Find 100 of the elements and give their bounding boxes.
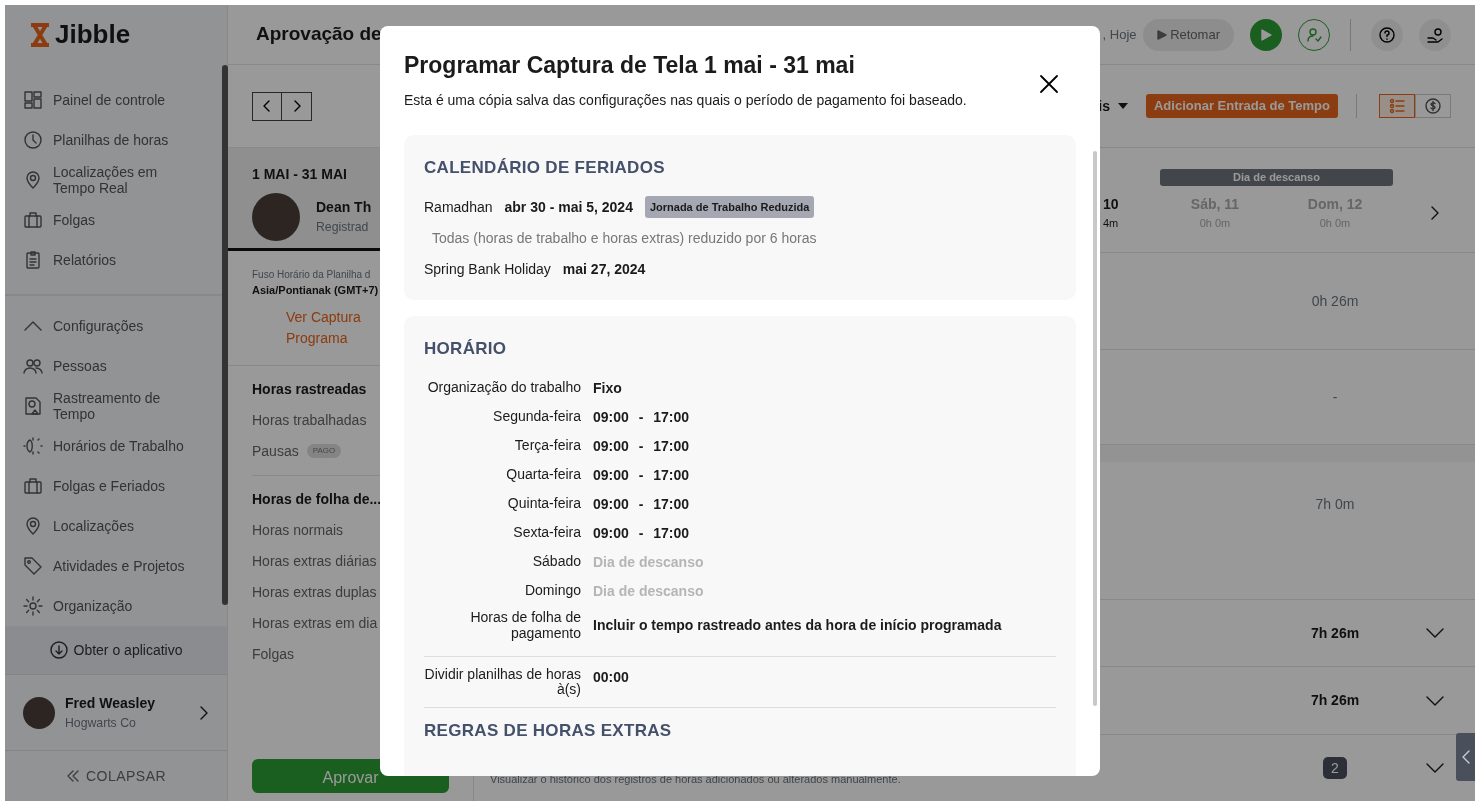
history-note: Visualizar o histórico dos registros de horas adicionados ou alterados manualmente. [489, 771, 901, 787]
sidebar-item[interactable]: Folgas e Feriados [5, 466, 215, 507]
play-icon [1156, 30, 1167, 41]
chevron-left-icon [1461, 750, 1470, 764]
briefcase-icon [23, 476, 43, 497]
chevron-right-icon[interactable] [199, 704, 209, 721]
section-title: HORÁRIO [424, 338, 508, 361]
clipboard-icon [23, 250, 43, 271]
schedule-label: Dividir planilhas de horas à(s) [424, 666, 581, 698]
reduced-hours-tag: Jornada de Trabalho Reduzida [644, 195, 815, 219]
schedule-value: 00:00 [593, 667, 629, 687]
timezone-value: Asia/Pontianak (GMT+7) [252, 283, 380, 298]
hourglass-logo-icon [29, 22, 51, 47]
logo-text: Jibble [55, 18, 131, 52]
chevron-down-icon[interactable] [1426, 695, 1444, 706]
scrollbar[interactable] [1093, 151, 1097, 706]
close-button[interactable] [1038, 72, 1060, 94]
count-badge: 2 [1323, 756, 1347, 779]
get-app-button[interactable]: Obter o aplicativo [5, 626, 227, 675]
organization-name: Hogwarts Co [65, 715, 137, 733]
resume-button[interactable]: Retomar [1142, 18, 1234, 51]
person-check-icon [1306, 26, 1322, 43]
previous-button[interactable] [252, 91, 282, 121]
location-pin-icon [23, 516, 43, 537]
schedule-label: Terça-feira [513, 438, 581, 454]
holiday-dates: mai 27, 2024 [562, 259, 646, 279]
avatar [252, 193, 300, 241]
scrollbar[interactable] [222, 65, 228, 605]
sidebar-item[interactable]: Planilhas de horas [5, 120, 215, 161]
rest-day-banner: Dia de descanso [1160, 168, 1393, 186]
chevron-right-icon[interactable] [1430, 204, 1440, 221]
chevron-down-icon[interactable] [1426, 763, 1444, 773]
holiday-dates: abr 30 - mai 5, 2024 [504, 197, 633, 217]
schedule-label: Quinta-feira [506, 496, 581, 512]
rest-day-value: Dia de descanso [593, 552, 704, 572]
user-name: Fred Weasley [65, 694, 156, 714]
currency-view-button[interactable] [1415, 94, 1451, 118]
people-icon [23, 356, 43, 377]
list-icon [1389, 98, 1405, 114]
grid-icon [23, 90, 43, 111]
download-icon [49, 641, 68, 660]
schedule-snapshot-link[interactable]: Ver Captura Programa [286, 298, 361, 349]
page-title: Aprovação de [256, 23, 382, 46]
sidebar-item[interactable]: Localizações [5, 506, 215, 547]
sidebar-item[interactable]: Folgas [5, 200, 215, 241]
metric-label: Horas trabalhadas [252, 410, 367, 430]
duration-value: 7h 0m [1315, 496, 1355, 512]
day-total: 4m [1103, 215, 1120, 231]
user-check-button[interactable] [1298, 18, 1330, 51]
schedule-label: Domingo [523, 583, 581, 599]
metric-label: Folgas [252, 644, 295, 664]
sidebar-item[interactable]: Localizações em Tempo Real [5, 160, 215, 201]
working-hours: 09:00 - 17:00 [593, 436, 690, 456]
chevron-down-icon[interactable] [1426, 628, 1444, 638]
section-title: Horas rastreadas [252, 379, 367, 399]
metric-label: Pausas [252, 441, 299, 461]
clock-icon [23, 130, 43, 151]
holiday-name: Spring Bank Holiday [424, 259, 551, 279]
sidebar-item[interactable]: Painel de controle [5, 80, 215, 121]
working-hours: 09:00 - 17:00 [593, 465, 690, 485]
schedule-label: Sábado [531, 554, 581, 570]
settings-button[interactable] [1419, 18, 1451, 51]
help-button[interactable] [1371, 18, 1403, 51]
location-pin-icon [23, 170, 43, 191]
duration-value: - [1332, 388, 1338, 405]
sidebar-item[interactable]: Horários de Trabalho [5, 426, 215, 467]
schedule-label: Sexta-feira [512, 525, 581, 541]
sidebar-item[interactable]: Organização [5, 586, 215, 627]
dialog-subtitle: Esta é uma cópia salva das configurações nas quais o período de pagamento foi baseado. [404, 90, 968, 110]
add-time-entry-button[interactable]: Adicionar Entrada de Tempo [1146, 94, 1338, 118]
employee-status: Registrad [316, 219, 370, 237]
duration-value: 0h 26m [1311, 292, 1359, 309]
close-icon [1039, 73, 1059, 94]
schedule-label: Quarta-feira [505, 467, 581, 483]
employee-name: Dean Th [316, 198, 372, 218]
next-button[interactable] [282, 91, 312, 121]
total-duration: 7h 26m [1310, 692, 1360, 708]
sidebar-item[interactable]: Pessoas [5, 346, 215, 387]
dialog-title: Programar Captura de Tela 1 mai - 31 mai [404, 52, 856, 80]
double-chevron-left-icon [65, 770, 80, 783]
schedule-label: Organização do trabalho [426, 380, 581, 396]
tag-icon [23, 556, 43, 577]
date-text: , Hoje [1102, 25, 1137, 44]
play-button[interactable] [1250, 18, 1282, 51]
day-name: 10 [1103, 194, 1120, 214]
metric-label: Horas normais [252, 520, 344, 540]
sidebar-item[interactable]: Relatórios [5, 240, 215, 281]
sidebar-item[interactable]: Atividades e Projetos [5, 546, 215, 587]
settings-toggle[interactable]: Configurações [5, 306, 215, 347]
working-hours: 09:00 - 17:00 [593, 407, 690, 427]
briefcase-icon [23, 210, 43, 231]
collapse-button[interactable]: COLAPSAR [5, 751, 227, 801]
caret-down-icon [1118, 103, 1128, 109]
total-duration: 7h 26m [1310, 624, 1360, 641]
avatar [23, 696, 55, 729]
chevron-left-icon [263, 100, 271, 112]
working-hours: 09:00 - 17:00 [593, 494, 690, 514]
section-title: Horas de folha de... [252, 489, 382, 509]
rest-day-value: Dia de descanso [593, 581, 704, 601]
sidebar-item[interactable]: Rastreamento de Tempo [5, 386, 215, 427]
